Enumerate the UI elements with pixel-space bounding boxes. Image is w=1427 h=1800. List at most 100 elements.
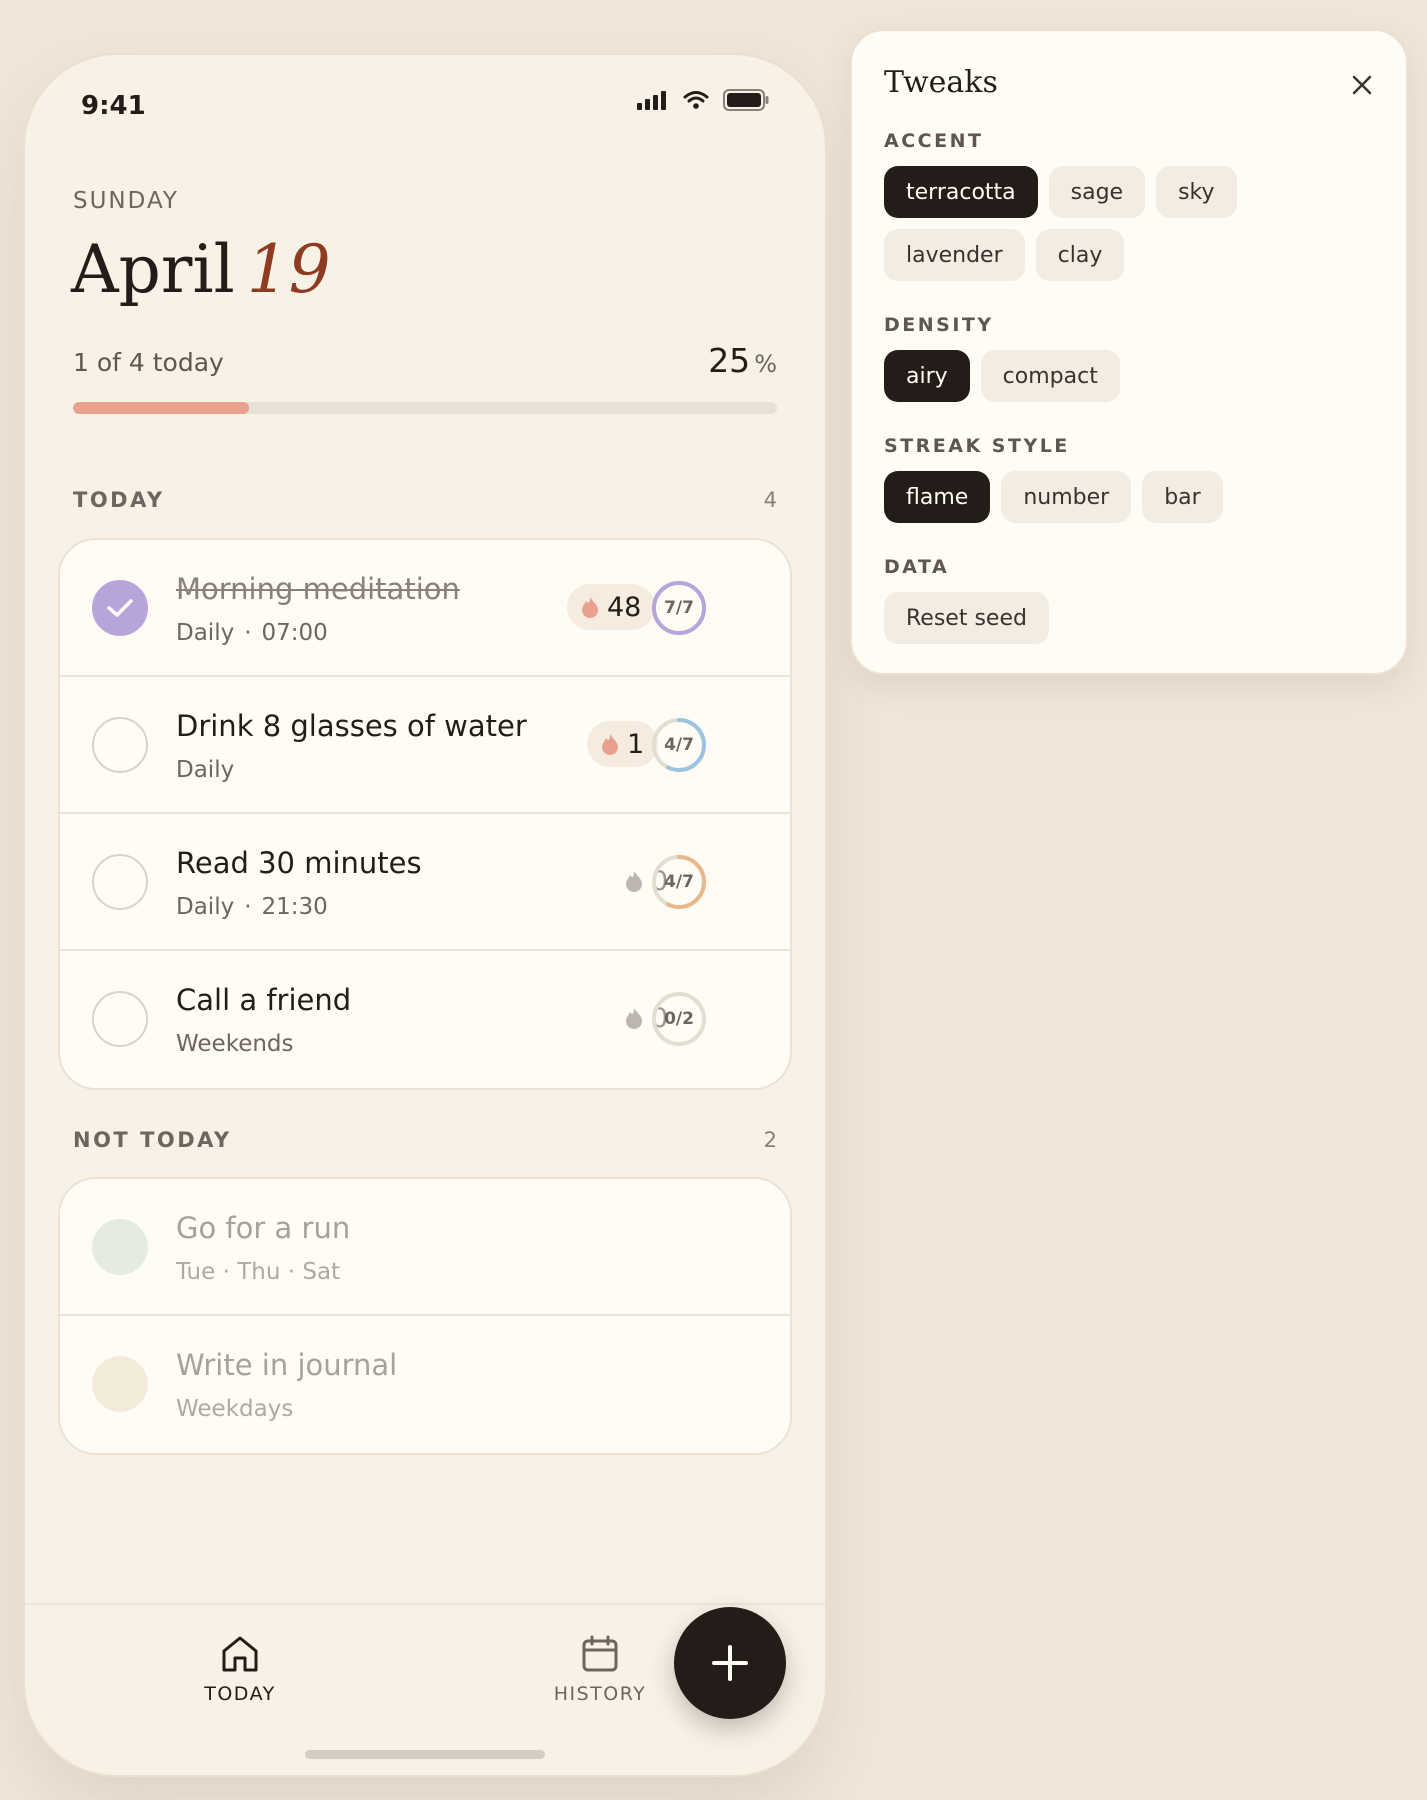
- habit-schedule: Daily · 07:00: [176, 620, 328, 646]
- accent-option[interactable]: clay: [1035, 229, 1125, 281]
- streak-style-option[interactable]: number: [1001, 471, 1132, 523]
- flame-icon: [602, 734, 618, 755]
- not-today-section-count: 2: [763, 1128, 777, 1152]
- habit-row[interactable]: Write in journal Weekdays: [60, 1316, 790, 1453]
- habit-schedule: Daily: [176, 757, 234, 783]
- habit-name: Call a friend: [176, 983, 352, 1017]
- today-section-title: TODAY: [73, 488, 165, 512]
- accent-option[interactable]: lavender: [884, 229, 1025, 281]
- streak-count: 1: [627, 728, 645, 760]
- habit-name: Drink 8 glasses of water: [176, 709, 527, 743]
- habit-color-dot: [92, 1356, 148, 1412]
- checkmark-icon: [107, 599, 133, 617]
- accent-label: ACCENT: [884, 130, 984, 152]
- streak-style-options: flame number bar: [884, 471, 1384, 523]
- tweaks-panel: Tweaks ACCENT terracotta sage sky lavend…: [850, 29, 1408, 675]
- habit-schedule: Weekends: [176, 1031, 294, 1057]
- habit-row[interactable]: Drink 8 glasses of water Daily 1 4/7: [60, 677, 790, 814]
- signal-icon: [637, 91, 666, 110]
- wifi-icon: [683, 91, 709, 109]
- streak-style-option[interactable]: flame: [884, 471, 991, 523]
- today-section-header: TODAY 4: [73, 488, 777, 518]
- add-habit-button[interactable]: [674, 1607, 786, 1719]
- habit-checkbox[interactable]: [92, 717, 148, 773]
- habit-schedule: Tue · Thu · Sat: [176, 1259, 341, 1285]
- close-button[interactable]: [1348, 71, 1376, 99]
- not-today-habits-card: Go for a run Tue · Thu · Sat Write in jo…: [58, 1177, 792, 1455]
- battery-icon: [723, 89, 769, 111]
- streak-count: 48: [607, 591, 642, 623]
- accent-option[interactable]: terracotta: [884, 166, 1038, 218]
- habit-row[interactable]: Call a friend Weekends 0 0/2: [60, 951, 790, 1088]
- habit-checkbox[interactable]: [92, 580, 148, 636]
- today-habits-card: Morning meditation Daily · 07:00 48 7/7 Dr…: [58, 538, 792, 1090]
- habit-time: 07:00: [261, 620, 328, 646]
- not-today-section-title: NOT TODAY: [73, 1128, 232, 1152]
- progress-percent: 25%: [708, 341, 777, 380]
- weekday-label: SUNDAY: [73, 188, 179, 214]
- habit-color-dot: [92, 1219, 148, 1275]
- flame-icon: [626, 871, 642, 892]
- streak-badge: 1: [587, 721, 659, 767]
- home-indicator[interactable]: [305, 1750, 545, 1759]
- phone-frame: 9:41 SUNDAY April 19 1 of 4 today 25 % T…: [25, 55, 825, 1775]
- progress-percent-value: 25: [708, 341, 751, 380]
- density-option[interactable]: compact: [980, 350, 1120, 402]
- accent-option[interactable]: sage: [1048, 166, 1146, 218]
- progress-bar: [73, 402, 777, 414]
- progress-bar-fill: [73, 402, 249, 414]
- data-label: DATA: [884, 556, 950, 578]
- status-time: 9:41: [81, 91, 146, 121]
- habit-row[interactable]: Go for a run Tue · Thu · Sat: [60, 1179, 790, 1316]
- density-label: DENSITY: [884, 314, 994, 336]
- habit-time: 21:30: [261, 894, 328, 920]
- plus-icon: [712, 1645, 748, 1681]
- day-number: 19: [246, 231, 331, 308]
- density-option[interactable]: airy: [884, 350, 970, 402]
- not-today-section-header: NOT TODAY 2: [73, 1128, 777, 1158]
- week-progress-label: 7/7: [664, 598, 694, 618]
- habit-frequency: Daily: [176, 894, 235, 920]
- habit-frequency: Daily: [176, 757, 235, 783]
- nav-today-label: TODAY: [204, 1683, 276, 1705]
- week-progress-ring: 4/7: [651, 717, 707, 773]
- habit-row[interactable]: Read 30 minutes Daily · 21:30 0 4/7: [60, 814, 790, 951]
- status-bar: 9:41: [25, 55, 825, 165]
- status-icons: [637, 89, 769, 111]
- flame-icon: [582, 597, 598, 618]
- nav-history[interactable]: HISTORY: [530, 1635, 670, 1705]
- accent-option[interactable]: sky: [1156, 166, 1237, 218]
- today-section-count: 4: [763, 488, 777, 512]
- habit-checkbox[interactable]: [92, 854, 148, 910]
- habit-schedule: Daily · 21:30: [176, 894, 328, 920]
- close-icon: [1352, 75, 1372, 95]
- density-options: airy compact: [884, 350, 1384, 402]
- streak-badge: 48: [567, 584, 656, 630]
- habit-name: Go for a run: [176, 1211, 351, 1245]
- habit-frequency: Weekends: [176, 1031, 294, 1057]
- reset-seed-button[interactable]: Reset seed: [884, 592, 1049, 644]
- date-title: April 19: [71, 225, 331, 315]
- week-progress-ring: 0/2: [651, 991, 707, 1047]
- tweaks-title: Tweaks: [884, 65, 998, 100]
- accent-options: terracotta sage sky lavender clay: [884, 166, 1384, 281]
- progress-label: 1 of 4 today: [73, 348, 224, 377]
- calendar-icon: [582, 1635, 618, 1672]
- habit-name: Morning meditation: [176, 572, 460, 606]
- habit-name: Write in journal: [176, 1348, 398, 1382]
- habit-name: Read 30 minutes: [176, 846, 422, 880]
- streak-style-option[interactable]: bar: [1142, 471, 1223, 523]
- home-icon: [222, 1636, 258, 1672]
- nav-today[interactable]: TODAY: [170, 1635, 310, 1705]
- habit-schedule: Weekdays: [176, 1396, 294, 1422]
- week-progress-ring: 4/7: [651, 854, 707, 910]
- habit-frequency: Daily: [176, 620, 235, 646]
- week-progress-label: 0/2: [664, 1009, 694, 1029]
- week-progress-ring: 7/7: [651, 580, 707, 636]
- habit-checkbox[interactable]: [92, 991, 148, 1047]
- flame-icon: [626, 1008, 642, 1029]
- nav-history-label: HISTORY: [553, 1683, 647, 1705]
- week-progress-label: 4/7: [664, 735, 694, 755]
- habit-row[interactable]: Morning meditation Daily · 07:00 48 7/7: [60, 540, 790, 677]
- streak-style-label: STREAK STYLE: [884, 435, 1070, 457]
